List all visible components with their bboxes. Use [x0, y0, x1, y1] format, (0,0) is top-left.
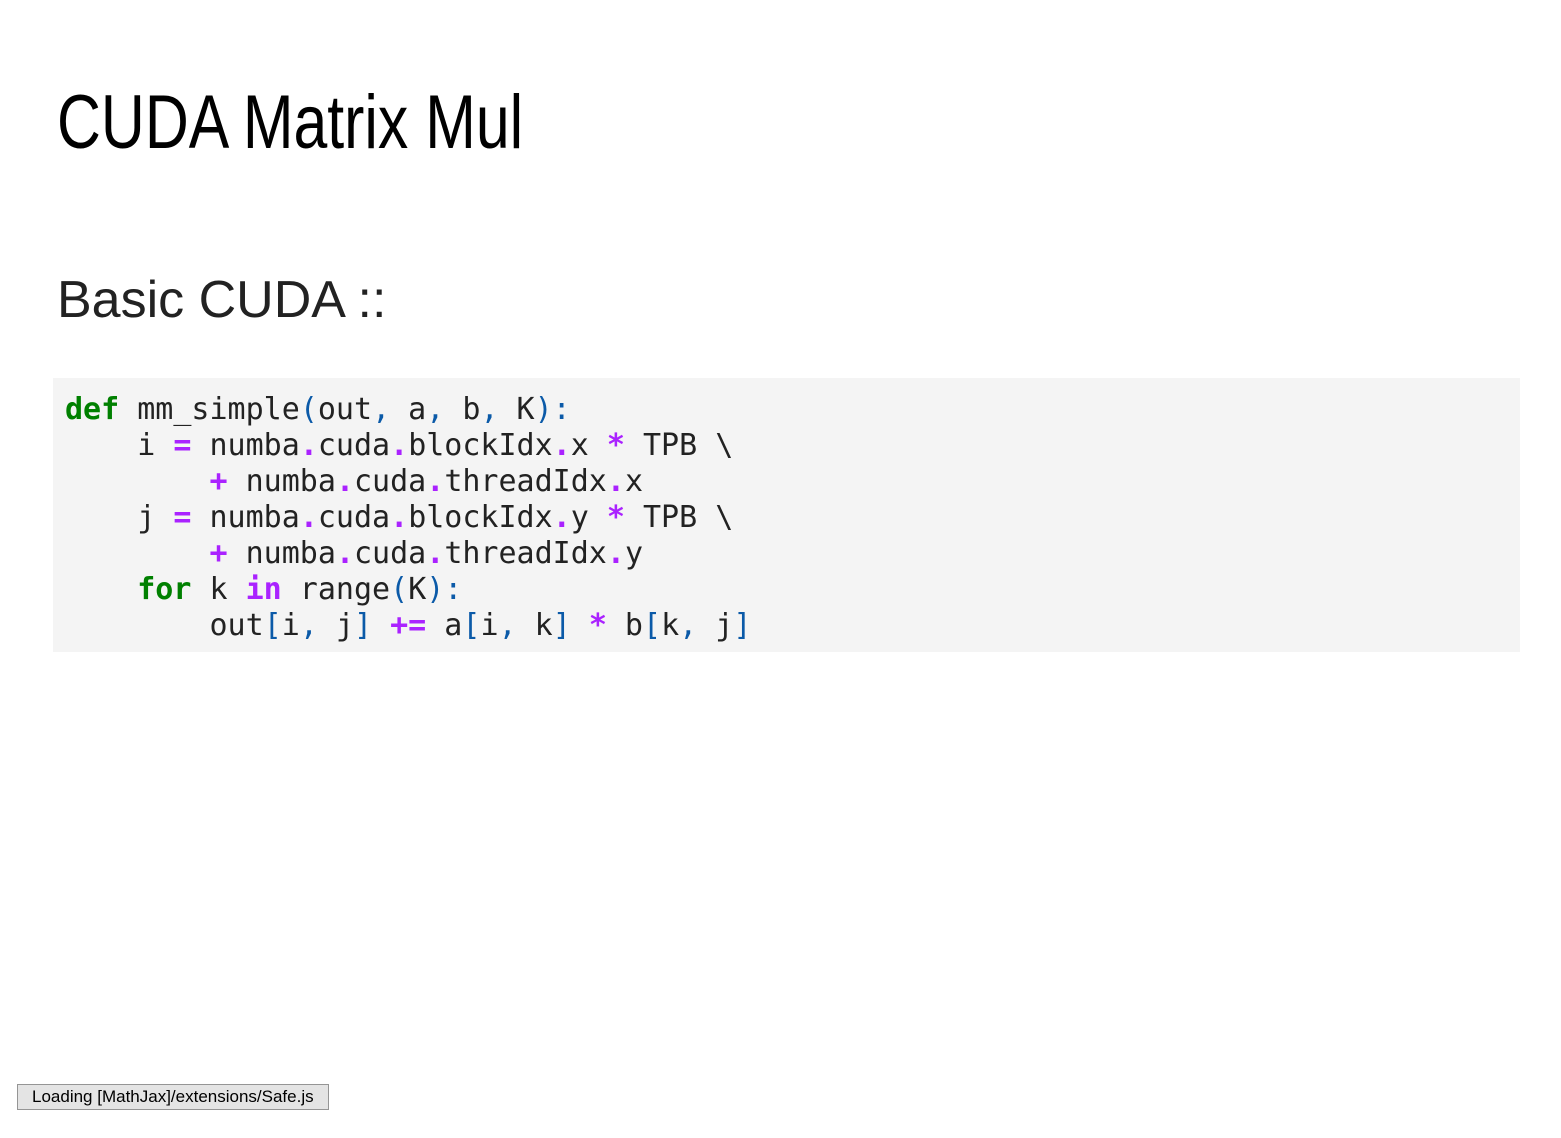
code-token-name: threadIdx — [444, 464, 607, 499]
code-token-name: mm_simple — [119, 392, 300, 427]
code-block[interactable]: def mm_simple(out, a, b, K): i = numba.c… — [53, 378, 1520, 652]
code-token-operator: . — [335, 464, 354, 499]
code-token-name: a — [390, 392, 427, 427]
code-token-punctuation: , — [372, 392, 391, 427]
code-line: i = numba.cuda.blockIdx.x * TPB \ — [65, 428, 1520, 464]
code-token-name: blockIdx — [408, 428, 553, 463]
code-token-punctuation: [ — [263, 608, 282, 643]
code-token-operator: += — [390, 608, 427, 643]
code-token-name: numba — [227, 536, 336, 571]
code-token-name: y — [570, 500, 607, 535]
code-listing: def mm_simple(out, a, b, K): i = numba.c… — [65, 392, 1520, 644]
code-token-name: cuda — [317, 500, 391, 535]
code-line: out[i, j] += a[i, k] * b[k, j] — [65, 608, 1520, 644]
code-token-name: numba — [191, 500, 300, 535]
code-token-operator: . — [299, 500, 318, 535]
code-token-operator: . — [426, 464, 445, 499]
code-token-name: cuda — [354, 464, 427, 499]
code-token-punctuation: , — [498, 608, 517, 643]
code-token-operator: . — [426, 536, 445, 571]
code-token-operator: . — [335, 536, 354, 571]
code-token-name: k — [191, 572, 246, 607]
code-token-operator: = — [173, 500, 192, 535]
code-token-name: i — [65, 428, 174, 463]
code-token-operator: . — [390, 428, 409, 463]
code-line: + numba.cuda.threadIdx.x — [65, 464, 1520, 500]
code-token-name: out — [65, 608, 264, 643]
code-token-name: TPB \ — [624, 428, 734, 463]
code-token-punctuation: ] — [354, 608, 373, 643]
code-token-operator: + — [209, 464, 228, 499]
code-token-operator: . — [606, 536, 625, 571]
code-token-name: b — [444, 392, 481, 427]
code-token-name: y — [624, 536, 643, 571]
code-token-name: b — [606, 608, 643, 643]
code-token-keyword: for — [137, 572, 192, 607]
code-token-punctuation: , — [679, 608, 698, 643]
code-token-operator: = — [173, 428, 192, 463]
code-line: + numba.cuda.threadIdx.y — [65, 536, 1520, 572]
mathjax-loading-status: Loading [MathJax]/extensions/Safe.js — [17, 1084, 329, 1110]
code-token-name: cuda — [317, 428, 391, 463]
code-token-keyword: def — [65, 392, 120, 427]
code-token-name: j — [65, 500, 174, 535]
code-token-punctuation: ): — [534, 392, 571, 427]
code-token-name: k — [661, 608, 680, 643]
code-token-name: K — [408, 572, 427, 607]
code-token-name: i — [281, 608, 300, 643]
slide-title: CUDA Matrix Mul — [57, 80, 524, 165]
code-token-name — [65, 536, 210, 571]
code-token-operator: . — [552, 500, 571, 535]
code-token-punctuation: ] — [552, 608, 571, 643]
code-token-name: j — [317, 608, 354, 643]
code-token-punctuation: ] — [733, 608, 752, 643]
code-token-name: blockIdx — [408, 500, 553, 535]
code-token-operator: * — [606, 500, 625, 535]
code-token-name — [65, 464, 210, 499]
code-token-punctuation: ): — [426, 572, 463, 607]
code-token-operator: * — [588, 608, 607, 643]
code-token-operator: * — [606, 428, 625, 463]
code-token-name — [571, 608, 589, 643]
code-token-punctuation: ( — [299, 392, 318, 427]
code-token-operator: . — [606, 464, 625, 499]
code-token-punctuation: [ — [643, 608, 662, 643]
code-token-punctuation: [ — [462, 608, 481, 643]
code-token-name: x — [624, 464, 643, 499]
code-token-name: x — [570, 428, 607, 463]
code-token-name: j — [697, 608, 734, 643]
code-token-name: numba — [227, 464, 336, 499]
code-token-name: k — [516, 608, 553, 643]
code-token-operator: . — [299, 428, 318, 463]
code-token-operator: + — [209, 536, 228, 571]
code-token-name — [372, 608, 390, 643]
code-token-operator: . — [552, 428, 571, 463]
code-token-name: i — [480, 608, 499, 643]
code-line: def mm_simple(out, a, b, K): — [65, 392, 1520, 428]
code-token-name: a — [426, 608, 463, 643]
code-token-name: K — [498, 392, 535, 427]
code-token-name — [65, 572, 137, 607]
code-token-punctuation: , — [426, 392, 445, 427]
code-token-punctuation: ( — [390, 572, 409, 607]
code-line: j = numba.cuda.blockIdx.y * TPB \ — [65, 500, 1520, 536]
code-token-punctuation: , — [480, 392, 499, 427]
code-token-punctuation: , — [299, 608, 318, 643]
code-token-name: out — [317, 392, 373, 427]
section-heading: Basic CUDA :: — [57, 271, 387, 329]
code-token-name: numba — [191, 428, 300, 463]
code-token-name: threadIdx — [444, 536, 607, 571]
code-token-name: cuda — [354, 536, 427, 571]
code-token-operator-word: in — [245, 572, 282, 607]
code-token-name: TPB \ — [624, 500, 734, 535]
code-line: for k in range(K): — [65, 572, 1520, 608]
code-token-operator: . — [390, 500, 409, 535]
code-token-name: range — [281, 572, 391, 607]
